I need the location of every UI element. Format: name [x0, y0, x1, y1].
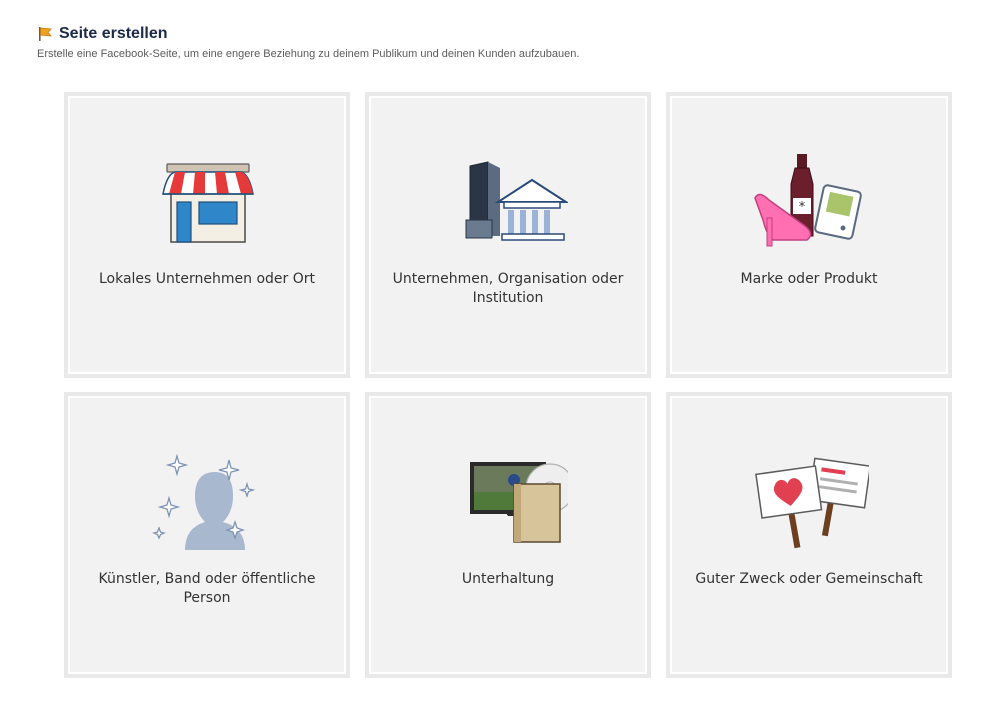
category-grid: Lokales Unternehmen oder Ort Unternehmen…: [64, 92, 952, 678]
category-label: Künstler, Band oder öffentliche Person: [98, 571, 316, 606]
tile-inner: Unternehmen, Organisation oder Instituti…: [369, 96, 647, 374]
flag-icon: [37, 26, 53, 42]
category-label: Unternehmen, Organisation oder Instituti…: [392, 271, 624, 306]
title-row: Seite erstellen: [37, 24, 579, 44]
entertainment-icon: [448, 450, 575, 550]
tile-inner: Lokales Unternehmen oder Ort: [68, 96, 346, 374]
tile-inner: Unterhaltung: [369, 396, 647, 674]
products-icon: *: [749, 150, 869, 250]
category-tile-local-business[interactable]: Lokales Unternehmen oder Ort: [64, 92, 350, 378]
person-silhouette-icon: [147, 450, 267, 550]
category-label: Lokales Unternehmen oder Ort: [98, 271, 315, 287]
category-tile-artist-public-figure[interactable]: Künstler, Band oder öffentliche Person: [64, 392, 350, 678]
tile-inner: Guter Zweck oder Gemeinschaft: [670, 396, 948, 674]
page-subtitle: Erstelle eine Facebook-Seite, um eine en…: [37, 48, 580, 60]
tile-inner: Künstler, Band oder öffentliche Person: [68, 396, 346, 674]
tile-inner: * Marke oder Produkt: [670, 96, 948, 374]
page-header: Seite erstellen Erstelle eine Facebook-S…: [37, 24, 579, 60]
svg-text:*: *: [799, 200, 806, 215]
storefront-icon: [147, 150, 267, 250]
category-tile-company[interactable]: Unternehmen, Organisation oder Instituti…: [365, 92, 651, 378]
protest-signs-icon: [749, 450, 872, 550]
category-tile-cause-community[interactable]: Guter Zweck oder Gemeinschaft: [666, 392, 952, 678]
category-label: Unterhaltung: [461, 571, 555, 587]
office-buildings-icon: [448, 150, 570, 250]
category-tile-entertainment[interactable]: Unterhaltung: [365, 392, 651, 678]
category-tile-brand-product[interactable]: * Marke oder Produkt: [666, 92, 952, 378]
category-label: Marke oder Produkt: [740, 271, 878, 287]
category-label: Guter Zweck oder Gemeinschaft: [695, 571, 923, 587]
page-title: Seite erstellen: [59, 25, 168, 42]
